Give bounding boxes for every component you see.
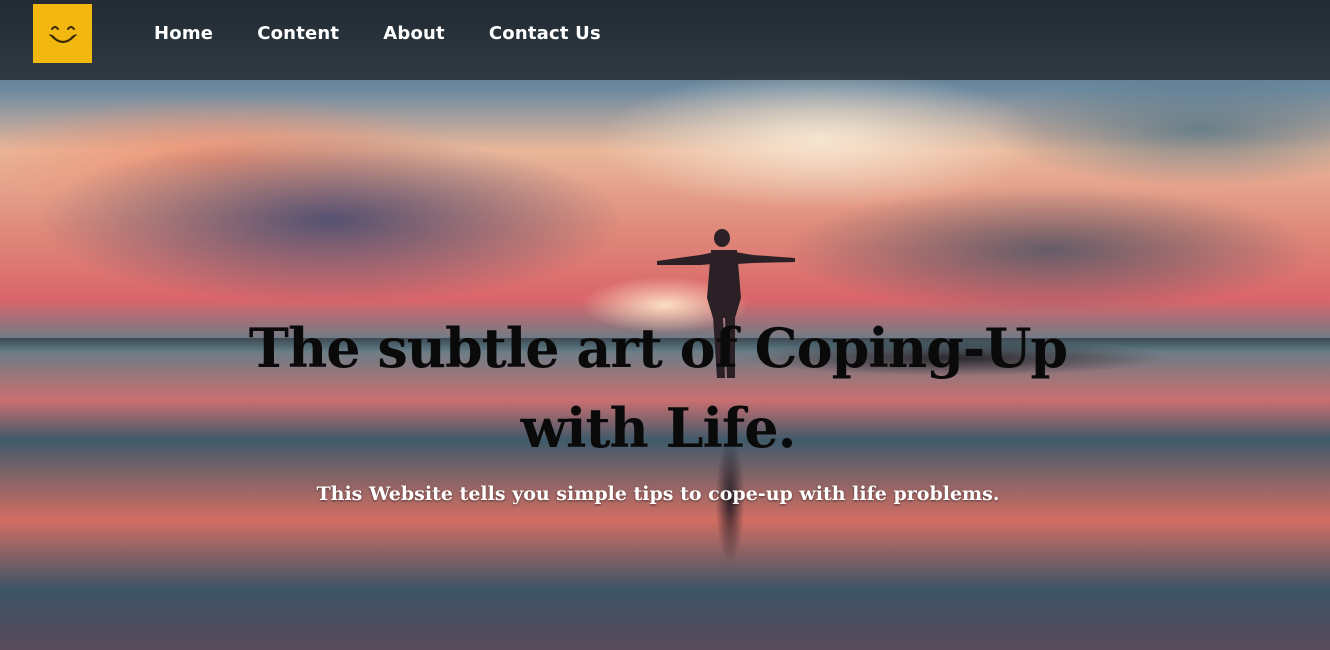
logo-button[interactable] — [33, 4, 92, 63]
main-nav: Home Content About Contact Us — [154, 20, 645, 48]
hero-title: The subtle art of Coping-Up with Life. — [248, 316, 1068, 460]
page: Home Content About Contact Us The subtle… — [0, 0, 1330, 650]
site-header: Home Content About Contact Us — [0, 0, 1330, 80]
nav-link-contact-us[interactable]: Contact Us — [489, 20, 601, 48]
smiley-face-icon — [48, 25, 77, 43]
hero-subtitle: This Website tells you simple tips to co… — [316, 483, 1000, 505]
nav-link-home[interactable]: Home — [154, 20, 213, 48]
nav-link-content[interactable]: Content — [257, 20, 339, 48]
nav-link-about[interactable]: About — [383, 20, 445, 48]
